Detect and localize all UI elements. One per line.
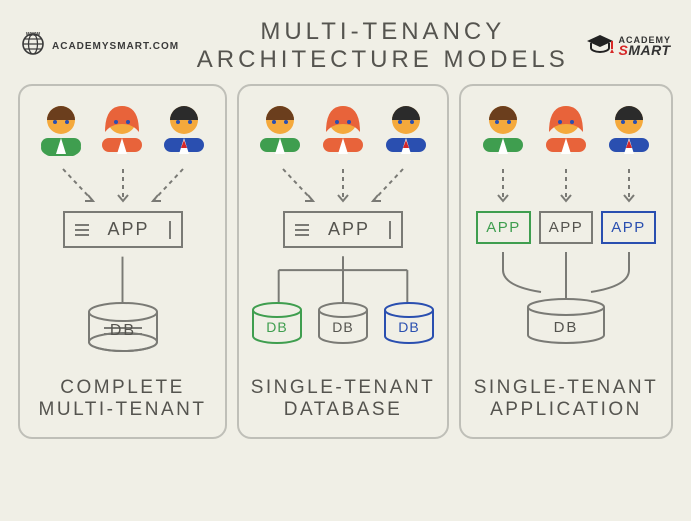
user-icon [97, 100, 147, 161]
svg-text:DB: DB [332, 319, 353, 335]
svg-text:DB: DB [109, 322, 135, 339]
app-label: APP [486, 219, 521, 236]
user-icon [381, 100, 431, 161]
arrows-to-app [249, 167, 437, 207]
panels-container: APP DB COMPLETE MULTI-TENANT APP [0, 84, 691, 457]
connector-app-db [30, 256, 215, 304]
user-icon [541, 100, 591, 161]
globe-icon: WWW [20, 31, 46, 62]
connector-app-dbs [249, 256, 437, 304]
svg-text:DB: DB [554, 319, 579, 336]
app-box: APP [283, 211, 403, 248]
svg-text:DB: DB [398, 319, 419, 335]
panel-single-tenant-db: APP DB DB DB SINGLE-TENANT DATABASE [237, 84, 449, 439]
user-icon [604, 100, 654, 161]
header: WWW ACADEMYSMART.COM MULTI-TENANCY ARCHI… [0, 0, 691, 84]
app-box: APP [63, 211, 183, 248]
db-row: DB [30, 302, 215, 363]
arrows-to-apps [471, 167, 661, 207]
connector-apps-db [471, 252, 661, 300]
user-icon [159, 100, 209, 161]
app-box: APP [539, 211, 594, 244]
hamburger-icon [295, 224, 309, 236]
database-icon: DB [381, 302, 437, 355]
arrows-to-app [30, 167, 215, 207]
database-icon: DB [315, 302, 371, 355]
app-row: APP [30, 211, 215, 248]
users-row [30, 100, 215, 161]
hamburger-icon [75, 224, 89, 236]
url-text: ACADEMYSMART.COM [52, 41, 179, 52]
app-box: APP [601, 211, 656, 244]
brand-logo: ACADEMY SMART [586, 33, 671, 60]
site-url: WWW ACADEMYSMART.COM [20, 31, 179, 62]
user-icon [318, 100, 368, 161]
database-icon: DB [84, 302, 162, 363]
panel-title: SINGLE-TENANT DATABASE [251, 363, 436, 421]
panel-single-tenant-app: APP APP APP DB SINGLE-TENANT APPLICATION [459, 84, 673, 439]
app-label: APP [549, 219, 584, 236]
db-row: DB [471, 298, 661, 355]
logo-line2: SMART [618, 44, 671, 57]
divider-icon [169, 221, 171, 239]
panel-title: COMPLETE MULTI-TENANT [39, 363, 207, 421]
user-icon [478, 100, 528, 161]
app-row: APP APP APP [471, 211, 661, 244]
users-row [471, 100, 661, 161]
divider-icon [389, 221, 391, 239]
app-label: APP [611, 219, 646, 236]
database-icon: DB [521, 298, 611, 355]
panel-title: SINGLE-TENANT APPLICATION [474, 363, 659, 421]
app-row: APP [249, 211, 437, 248]
page-title: MULTI-TENANCY ARCHITECTURE MODELS [193, 18, 572, 74]
graduation-cap-icon [586, 33, 614, 60]
app-label: APP [328, 219, 370, 240]
user-icon [255, 100, 305, 161]
database-icon: DB [249, 302, 305, 355]
svg-text:WWW: WWW [26, 32, 40, 38]
users-row [249, 100, 437, 161]
app-box: APP [476, 211, 531, 244]
app-label: APP [107, 219, 149, 240]
db-row: DB DB DB [249, 302, 437, 355]
user-icon [36, 100, 86, 161]
panel-complete-multitenant: APP DB COMPLETE MULTI-TENANT [18, 84, 227, 439]
svg-text:DB: DB [266, 319, 287, 335]
